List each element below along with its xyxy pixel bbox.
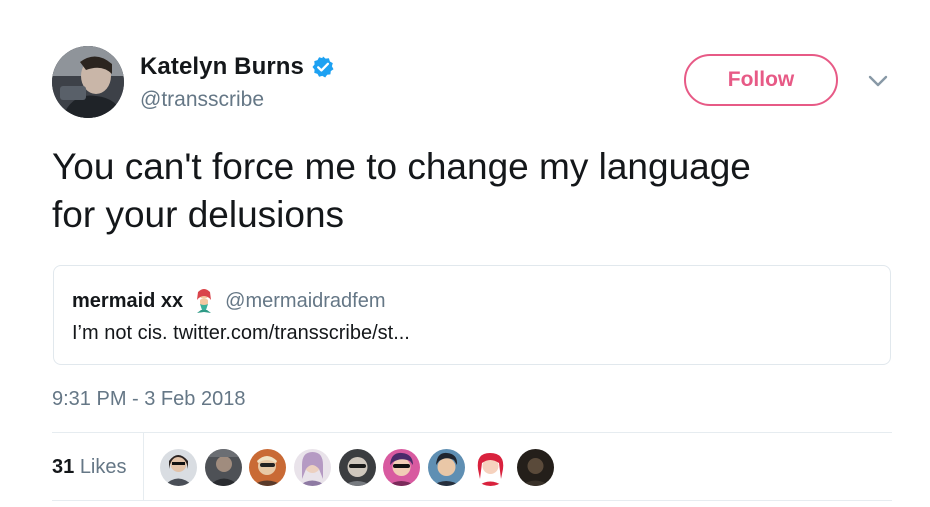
quoted-tweet-text: I’m not cis. twitter.com/transscribe/st.…: [72, 322, 410, 344]
liker-avatar[interactable]: [428, 449, 465, 486]
liker-avatar[interactable]: [205, 449, 242, 486]
mermaid-icon: [193, 288, 215, 314]
verified-badge-icon: [311, 55, 335, 79]
likes-stat[interactable]: 31 Likes: [52, 456, 127, 479]
author-avatar[interactable]: [52, 46, 124, 118]
tweet-timestamp[interactable]: 9:31 PM - 3 Feb 2018: [52, 388, 245, 411]
follow-button[interactable]: Follow: [684, 54, 838, 106]
quoted-display-name: mermaid xx: [72, 289, 184, 312]
liker-avatar[interactable]: [517, 449, 554, 486]
author-display-name[interactable]: Katelyn Burns: [140, 53, 304, 81]
liker-avatar[interactable]: [249, 449, 286, 486]
stats-separator: [143, 433, 144, 500]
stats-divider-top: [52, 432, 892, 433]
author-username[interactable]: @transscribe: [140, 88, 264, 112]
stats-divider-bottom: [52, 500, 892, 501]
quoted-tweet-card[interactable]: mermaid xx @mermaidradfem I’m not cis. t…: [53, 265, 891, 365]
tweet-text-line-1: You can't force me to change my language: [52, 146, 751, 187]
liker-avatar[interactable]: [294, 449, 331, 486]
liker-avatar[interactable]: [339, 449, 376, 486]
likes-label: Likes: [79, 456, 127, 478]
tweet-text: You can't force me to change my language…: [52, 143, 892, 239]
profile-photo-icon: [52, 46, 124, 118]
likes-count: 31: [52, 456, 75, 478]
quoted-tweet-header: mermaid xx @mermaidradfem: [72, 288, 386, 314]
tweet-text-line-2: for your delusions: [52, 194, 345, 235]
liker-avatar[interactable]: [472, 449, 509, 486]
author-name-row: Katelyn Burns: [140, 52, 335, 82]
quoted-username: @mermaidradfem: [225, 289, 386, 312]
chevron-down-icon[interactable]: [866, 72, 890, 90]
liker-avatar[interactable]: [160, 449, 197, 486]
liker-avatar[interactable]: [383, 449, 420, 486]
